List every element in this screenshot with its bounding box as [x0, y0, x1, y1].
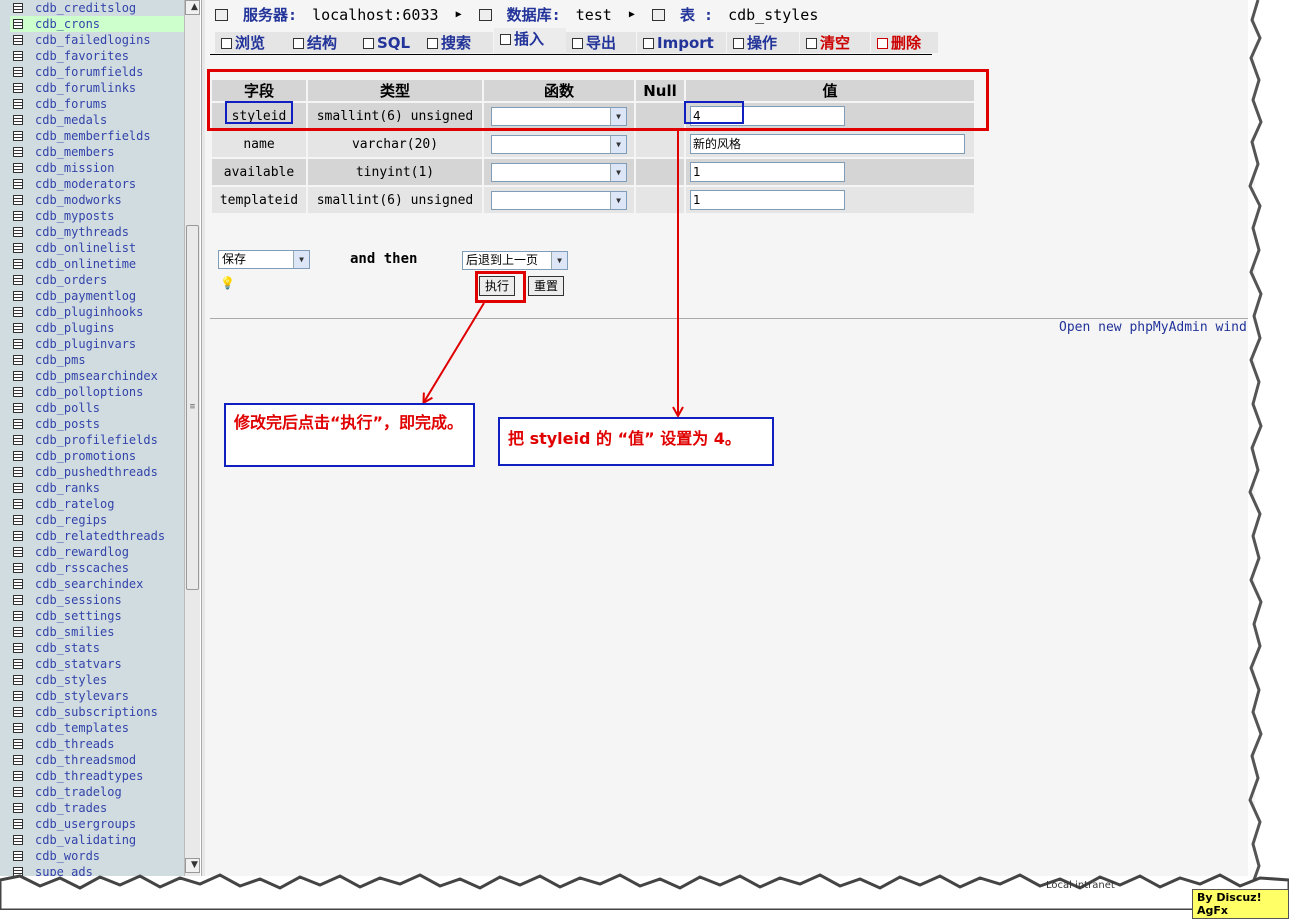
torn-edge-right: [1248, 0, 1263, 881]
arrow-to-left-note: [424, 302, 485, 402]
torn-edge-bottom: [0, 873, 1289, 910]
watermark-byline: By Discuz! AgFx: [1192, 889, 1289, 919]
annotation-note-set-value: 把 styleid 的 “值” 设置为 4。: [498, 417, 774, 466]
browser-frame: cdb_creditslog cdb_crons cdb_failedlogins c…: [0, 0, 1256, 880]
annotation-note-click-go: 修改完后点击“执行”，即完成。: [224, 403, 475, 467]
status-zone-label: Local intranet: [1046, 880, 1115, 891]
